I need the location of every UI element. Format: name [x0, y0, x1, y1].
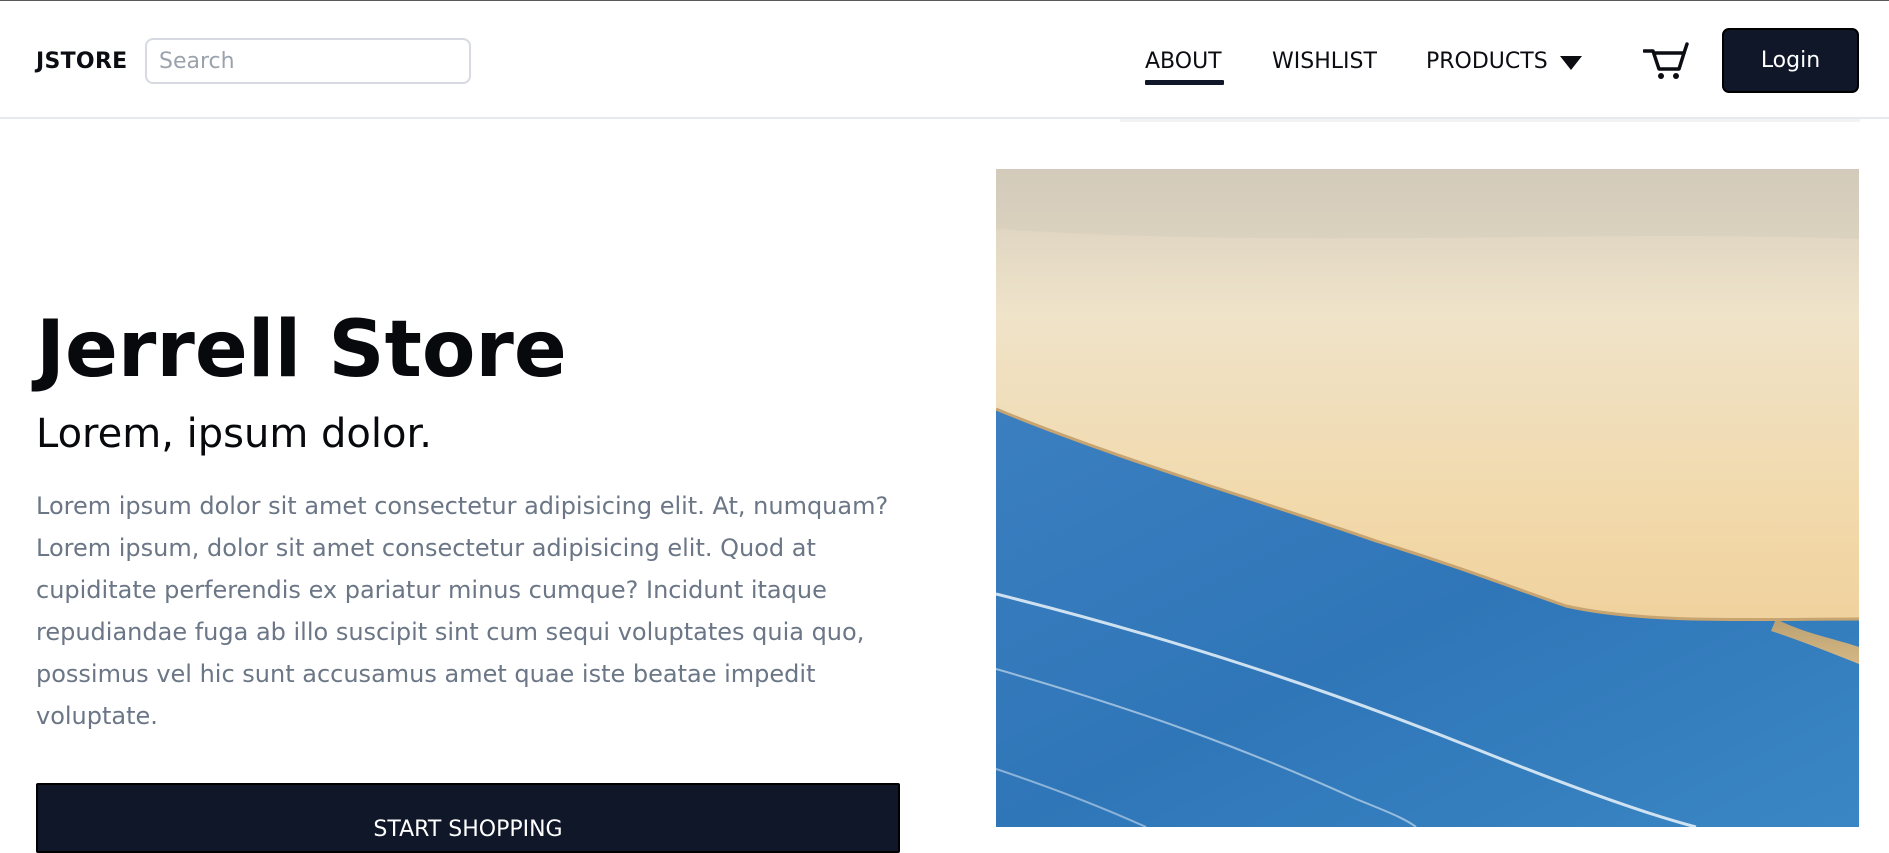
nav-link-wishlist[interactable]: WISHLIST — [1272, 49, 1377, 74]
hero-image-graphic — [996, 169, 1859, 827]
brand-logo[interactable]: JSTORE — [36, 49, 128, 74]
hero-subtitle: Lorem, ipsum dolor. — [36, 411, 432, 457]
chevron-down-icon[interactable] — [1560, 56, 1582, 70]
nav-link-products[interactable]: PRODUCTS — [1426, 49, 1548, 74]
hero-description: Lorem ipsum dolor sit amet consectetur a… — [36, 492, 889, 730]
search-input[interactable] — [145, 38, 471, 84]
nav-link-about[interactable]: ABOUT — [1145, 49, 1222, 74]
login-button[interactable]: Login — [1722, 28, 1859, 93]
hero-title: Jerrell Store — [36, 305, 567, 395]
navbar: JSTORE ABOUT WISHLIST PRODUCTS Login — [0, 1, 1889, 119]
active-nav-indicator — [1145, 80, 1224, 85]
navbar-shadow — [1120, 119, 1860, 122]
cart-icon[interactable] — [1643, 41, 1689, 81]
beach-aerial-image — [996, 169, 1859, 827]
start-shopping-button[interactable]: START SHOPPING — [36, 783, 900, 853]
